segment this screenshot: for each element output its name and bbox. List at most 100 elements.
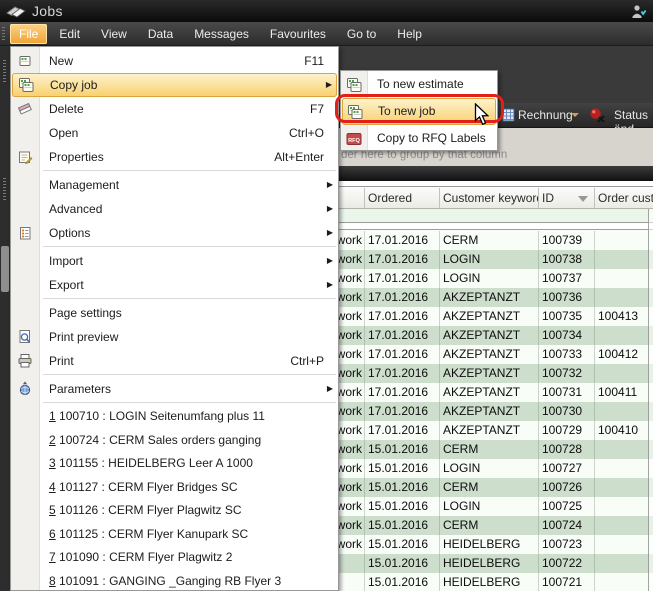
cell-ck: HEIDELBERG — [440, 573, 539, 591]
menu-edit[interactable]: Edit — [50, 24, 89, 44]
cell-ck: AKZEPTANZT — [440, 383, 539, 402]
shortcut-label: Ctrl+O — [289, 121, 324, 145]
column-header-ordered[interactable]: Ordered — [365, 188, 440, 208]
cell-co — [595, 535, 653, 554]
menu-help[interactable]: Help — [388, 24, 431, 44]
rechnung-button[interactable]: Rechnung — [518, 108, 573, 122]
recent-job-item[interactable]: 1 100710 : LOGIN Seitenumfang plus 11 — [11, 405, 338, 429]
menu-favourites[interactable]: Favourites — [261, 24, 335, 44]
shortcut-label: F11 — [304, 49, 324, 73]
cell-cd: 17.01.2016 — [365, 421, 440, 440]
cell-cd: 17.01.2016 — [365, 269, 440, 288]
cell-ck: LOGIN — [440, 269, 539, 288]
recent-job-item[interactable]: 7 101090 : CERM Flyer Plagwitz 2 — [11, 546, 338, 570]
menu-item-parameters[interactable]: Parameters▶ — [11, 377, 338, 401]
cell-ci: 100736 — [539, 288, 595, 307]
cell-ci: 100726 — [539, 478, 595, 497]
cell-ck: AKZEPTANZT — [440, 307, 539, 326]
cell-co — [595, 402, 653, 421]
cell-ci: 100724 — [539, 516, 595, 535]
menu-item-page-settings[interactable]: Page settings — [11, 301, 338, 325]
cell-ci: 100725 — [539, 497, 595, 516]
cell-ci: 100733 — [539, 345, 595, 364]
menu-item-label: Page settings — [49, 306, 122, 320]
recent-job-item[interactable]: 5 101126 : CERM Flyer Plagwitz SC — [11, 499, 338, 523]
recent-job-item[interactable]: 8 101091 : GANGING _Ganging RB Flyer 3 — [11, 570, 338, 591]
menu-item-export[interactable]: Export▶ — [11, 273, 338, 297]
menu-item-copy-to-rfq-labels[interactable]: RFQ Copy to RFQ Labels — [341, 125, 497, 152]
menu-item-options[interactable]: Options ▶ — [11, 221, 338, 245]
menu-item-print[interactable]: PrintCtrl+P — [11, 349, 338, 373]
menu-item-open[interactable]: OpenCtrl+O — [11, 121, 338, 145]
menu-item-management[interactable]: Management▶ — [11, 173, 338, 197]
options-icon — [17, 225, 33, 241]
menu-item-label: 2 100724 : CERM Sales orders ganging — [49, 433, 261, 447]
submenu-arrow-icon: ▶ — [327, 173, 333, 197]
menu-item-properties[interactable]: PropertiesAlt+Enter — [11, 145, 338, 169]
menu-item-label: Parameters — [49, 382, 111, 396]
rfq-icon: RFQ — [346, 130, 362, 146]
cell-cd: 17.01.2016 — [365, 250, 440, 269]
menu-item-label: Export — [49, 278, 84, 292]
recent-job-item[interactable]: 3 101155 : HEIDELBERG Leer A 1000 — [11, 452, 338, 476]
grid-right-edge-column — [648, 209, 653, 591]
column-header-customer-keyword[interactable]: Customer keyword — [440, 188, 539, 208]
recent-job-item[interactable]: 2 100724 : CERM Sales orders ganging — [11, 429, 338, 453]
cell-co — [595, 516, 653, 535]
cell-ck: AKZEPTANZT — [440, 421, 539, 440]
recent-job-item[interactable]: 6 101125 : CERM Flyer Kanupark SC — [11, 523, 338, 547]
column-header-order-customer[interactable]: Order custo — [595, 188, 653, 208]
sort-descending-icon — [578, 196, 588, 202]
cell-co: 100413 — [595, 307, 653, 326]
submenu-arrow-icon: ▶ — [326, 73, 332, 97]
cell-co: 100410 — [595, 421, 653, 440]
eraser-icon — [17, 101, 33, 117]
jobs-logo-icon — [6, 4, 26, 19]
menu-item-copy-job[interactable]: Copy job▶ — [12, 73, 337, 97]
submenu-arrow-icon: ▶ — [327, 197, 333, 221]
menu-item-import[interactable]: Import▶ — [11, 249, 338, 273]
cell-cd: 15.01.2016 — [365, 516, 440, 535]
parameters-icon — [17, 381, 33, 397]
menu-messages[interactable]: Messages — [185, 24, 258, 44]
menu-file[interactable]: File — [10, 24, 47, 44]
new-job-icon — [17, 53, 33, 69]
menu-item-delete[interactable]: DeleteF7 — [11, 97, 338, 121]
recent-job-item[interactable]: 4 101127 : CERM Flyer Bridges SC — [11, 476, 338, 500]
menu-item-advanced[interactable]: Advanced▶ — [11, 197, 338, 221]
mouse-cursor-icon — [474, 103, 492, 127]
cell-co — [595, 573, 653, 591]
menu-view[interactable]: View — [92, 24, 136, 44]
file-menu-popup: NewF11Copy job▶DeleteF7OpenCtrl+OPropert… — [10, 46, 339, 591]
cell-ck: LOGIN — [440, 250, 539, 269]
cell-co: 100412 — [595, 345, 653, 364]
menu-item-label: Options — [49, 226, 90, 240]
cell-cd: 15.01.2016 — [365, 440, 440, 459]
rechnung-dropdown-arrow-icon[interactable] — [571, 113, 579, 117]
shortcut-label: Ctrl+P — [290, 349, 324, 373]
menu-data[interactable]: Data — [139, 24, 182, 44]
copy-job-icon — [18, 77, 34, 93]
cell-co — [595, 326, 653, 345]
dock-grip-icon — [3, 178, 6, 202]
cell-ck: LOGIN — [440, 497, 539, 516]
copy-job-icon — [346, 76, 362, 92]
cell-cd: 17.01.2016 — [365, 345, 440, 364]
scrollbar-thumb[interactable] — [1, 246, 9, 292]
cell-ci: 100723 — [539, 535, 595, 554]
cell-ck: HEIDELBERG — [440, 535, 539, 554]
properties-icon — [17, 149, 33, 165]
user-status-icon[interactable] — [629, 2, 647, 20]
shortcut-label: F7 — [310, 97, 324, 121]
menu-item-label: Copy to RFQ Labels — [377, 131, 486, 145]
menu-item-new[interactable]: NewF11 — [11, 49, 338, 73]
submenu-arrow-icon: ▶ — [327, 221, 333, 245]
cell-ck: LOGIN — [440, 459, 539, 478]
menu-item-print-preview[interactable]: Print preview — [11, 325, 338, 349]
menu-item-label: To new estimate — [377, 77, 464, 91]
menu-go-to[interactable]: Go to — [338, 24, 385, 44]
cell-co — [595, 231, 653, 250]
menu-item-label: 8 101091 : GANGING _Ganging RB Flyer 3 — [49, 574, 281, 588]
cell-co — [595, 269, 653, 288]
cell-co — [595, 554, 653, 573]
